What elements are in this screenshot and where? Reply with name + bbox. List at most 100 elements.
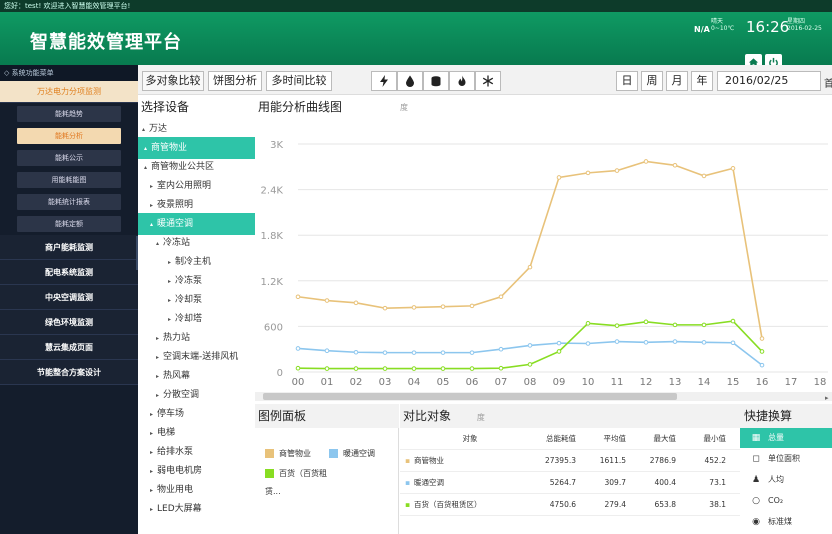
sidebar-item-green[interactable]: 绿色环境监测 xyxy=(0,310,138,335)
data-point xyxy=(643,159,649,164)
legend-label: 百货（百货租 xyxy=(279,469,327,478)
period-year-button[interactable]: 年 xyxy=(691,71,713,91)
table-cell: 279.4 xyxy=(604,500,626,509)
table-row[interactable]: ▪ 商管物业 27395.3 1611.5 2786.9 452.2 xyxy=(400,450,740,472)
quick-item-co2[interactable]: ○ CO₂ xyxy=(740,491,832,511)
data-point xyxy=(324,298,330,303)
grid-icon: ▦ xyxy=(751,433,761,443)
sidebar-item-integration[interactable]: 慧云集成页面 xyxy=(0,335,138,360)
sidebar-item-label: 绿色环境监测 xyxy=(45,318,93,327)
energy-cooling-button[interactable] xyxy=(475,71,501,91)
tab-multi-object[interactable]: 多对象比较 xyxy=(142,71,204,91)
weather-line: 0~10℃ xyxy=(711,25,735,32)
table-header: 平均值 xyxy=(603,434,627,443)
quick-item-area[interactable]: ◻ 单位面积 xyxy=(740,449,832,469)
x-tick-label: 02 xyxy=(350,377,363,388)
period-month-button[interactable]: 月 xyxy=(666,71,688,91)
tree-node-label: 给排水泵 xyxy=(157,447,194,457)
tree-node-label: 夜景照明 xyxy=(157,200,194,210)
data-point xyxy=(498,346,504,352)
tree-node[interactable]: ▸ LED大屏幕 xyxy=(138,498,255,520)
row-color-dot: ▪ xyxy=(405,456,411,465)
energy-water-button[interactable] xyxy=(397,71,423,91)
legend-item[interactable]: 暖通空调 xyxy=(329,448,375,459)
data-point xyxy=(730,166,736,171)
tab-multi-time[interactable]: 多时间比较 xyxy=(266,71,332,91)
y-tick-label: 0 xyxy=(277,368,283,379)
table-cell: 452.2 xyxy=(704,456,726,465)
data-point xyxy=(556,175,562,180)
select-device-title: 选择设备 xyxy=(141,100,190,114)
energy-electric-button[interactable] xyxy=(371,71,397,91)
sidebar-item-saving[interactable]: 节能整合方案设计 xyxy=(0,360,138,385)
data-point xyxy=(701,322,707,328)
data-point xyxy=(469,303,475,309)
chart-unit: 度 xyxy=(400,103,408,112)
x-tick-label: 10 xyxy=(582,377,595,388)
period-day-button[interactable]: 日 xyxy=(616,71,638,91)
legend-item[interactable]: 商管物业 xyxy=(265,448,311,459)
data-point xyxy=(498,294,504,300)
data-point xyxy=(295,346,301,351)
quick-item-person[interactable]: ♟ 人均 xyxy=(740,470,832,490)
energy-heat-button[interactable] xyxy=(449,71,475,91)
date-suffix[interactable]: 首 xyxy=(824,75,832,90)
compare-table: 对象 总能耗值 平均值 最大值 最小值 ▪ 商管物业 27395.3 1611.5 27… xyxy=(400,428,740,534)
data-point xyxy=(324,348,330,354)
data-point xyxy=(324,366,330,371)
tree-node-label: 冷冻站 xyxy=(163,238,191,248)
table-cell: 73.1 xyxy=(709,478,726,487)
data-point xyxy=(672,339,678,344)
x-tick-label: 14 xyxy=(698,377,711,388)
y-tick-label: 1.8K xyxy=(261,231,284,242)
row-color-dot: ▪ xyxy=(405,478,411,487)
sidebar-subitem-quota[interactable]: 能耗定额 xyxy=(0,213,138,235)
tree-node-label: 弱电电机房 xyxy=(157,466,203,476)
app-title: 智慧能效管理平台 xyxy=(30,32,182,53)
sidebar-item-distribution[interactable]: 配电系统监测 xyxy=(0,260,138,285)
quick-item-grid[interactable]: ▦ 总量 xyxy=(740,428,832,448)
sidebar-subitem-publicity[interactable]: 能耗公示 xyxy=(0,147,138,169)
sidebar-item-wanda-power[interactable]: 万达电力分项监测 xyxy=(0,81,138,103)
legend-item[interactable]: 百货（百货租 xyxy=(265,468,327,479)
data-point xyxy=(440,350,446,355)
tab-pie[interactable]: 饼图分析 xyxy=(208,71,262,91)
table-cell: 400.4 xyxy=(654,478,676,487)
tree-node-label: 制冷主机 xyxy=(175,257,212,267)
app-header: 智慧能效管理平台 N/A 晴天 0~10℃ 16:26 星期四 2016-02-… xyxy=(0,12,832,71)
date-input[interactable]: 2016/02/25 xyxy=(717,71,821,91)
table-header: 对象 xyxy=(462,434,478,443)
sidebar-item-tenant[interactable]: 商户能耗监测 xyxy=(0,235,138,260)
caret-collapsed-icon[interactable]: ▸ xyxy=(150,499,153,521)
chart-scrollbar-thumb[interactable] xyxy=(263,393,677,400)
tree-node-label: 冷冻泵 xyxy=(175,276,203,286)
sidebar-item-label: 能耗定额 xyxy=(17,216,121,232)
scroll-right-arrow[interactable]: ▸ xyxy=(825,394,829,402)
data-point xyxy=(672,162,678,168)
x-tick-label: 08 xyxy=(524,377,537,388)
data-point xyxy=(672,322,678,328)
data-point xyxy=(353,300,359,306)
sidebar-subitem-analysis[interactable]: 能耗分析 xyxy=(0,125,138,147)
data-point xyxy=(527,343,533,348)
sidebar-item-hvac[interactable]: 中央空调监测 xyxy=(0,285,138,310)
x-tick-label: 16 xyxy=(756,377,769,388)
data-point xyxy=(353,349,359,355)
sidebar-subitem-trend[interactable]: 能耗趋势 xyxy=(0,103,138,125)
data-point xyxy=(411,305,417,310)
quick-item-coal[interactable]: ◉ 标准煤 xyxy=(740,512,832,532)
period-week-button[interactable]: 周 xyxy=(641,71,663,91)
sidebar-subitem-chart[interactable]: 用能耗能图 xyxy=(0,169,138,191)
tree-node-label: LED大屏幕 xyxy=(157,504,202,514)
water-drop-icon xyxy=(406,75,414,87)
sidebar-item-label: 能耗统计报表 xyxy=(17,194,121,210)
table-cell: 2786.9 xyxy=(649,456,676,465)
data-point xyxy=(730,318,736,324)
table-row[interactable]: ▪ 暖通空调 5264.7 309.7 400.4 73.1 xyxy=(400,472,740,494)
sidebar-subitem-report[interactable]: 能耗统计报表 xyxy=(0,191,138,213)
table-row[interactable]: ▪ 百货（百货租赁区） 4750.6 279.4 653.8 38.1 xyxy=(400,494,740,516)
data-point xyxy=(411,350,417,355)
energy-gas-button[interactable] xyxy=(423,71,449,91)
data-point xyxy=(382,305,388,311)
y-tick-label: 2.4K xyxy=(261,186,284,197)
